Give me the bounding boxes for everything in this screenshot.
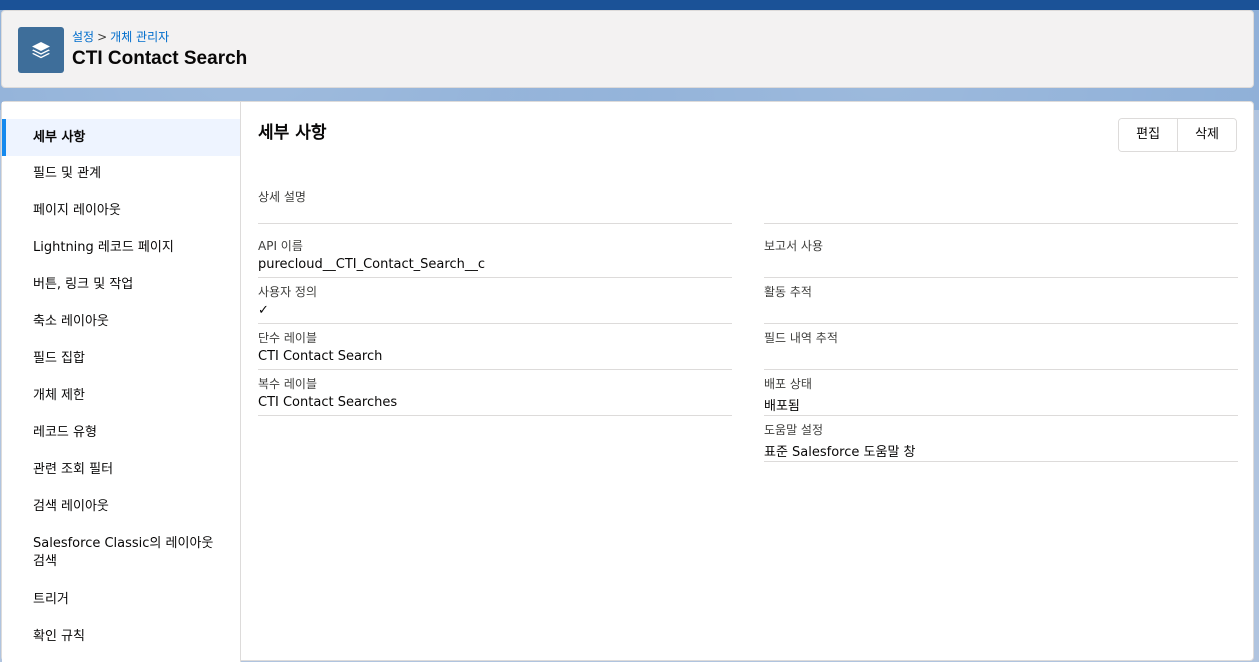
field-label: 사용자 정의 xyxy=(258,285,318,299)
breadcrumb-object-manager-link[interactable]: 개체 관리자 xyxy=(110,30,169,44)
sidebar-item-search-layouts[interactable]: 검색 레이아웃 xyxy=(2,498,240,516)
field-value: 표준 Salesforce 도움말 창 xyxy=(764,445,916,460)
sidebar-item-related-lookup-filters[interactable]: 관련 조회 필터 xyxy=(2,461,240,479)
field-plural-label: 복수 레이블 CTI Contact Searches xyxy=(258,375,732,416)
field-api-name: API 이름 purecloud__CTI_Contact_Search__c xyxy=(258,237,732,278)
top-brand-strip xyxy=(0,0,1259,10)
sidebar-item-label-line2: 검색 xyxy=(33,554,57,569)
section-title: 세부 사항 xyxy=(258,123,327,143)
delete-button[interactable]: 삭제 xyxy=(1177,119,1236,151)
field-description-spacer xyxy=(764,188,1238,224)
breadcrumb: 설정 > 개체 관리자 xyxy=(72,28,169,45)
layers-icon xyxy=(18,27,64,73)
page-header: 설정 > 개체 관리자 CTI Contact Search xyxy=(1,10,1254,88)
sidebar-item-object-limits[interactable]: 개체 제한 xyxy=(2,387,240,405)
field-value: purecloud__CTI_Contact_Search__c xyxy=(258,257,485,272)
sidebar-item-triggers[interactable]: 트리거 xyxy=(2,591,240,609)
details-content: 세부 사항 편집 삭제 상세 설명 API 이름 purecloud__CTI_… xyxy=(242,102,1253,662)
main-panel: 세부 사항 필드 및 관계 페이지 레이아웃 Lightning 레코드 페이지… xyxy=(1,101,1254,662)
field-custom: 사용자 정의 ✓ xyxy=(258,283,732,324)
field-label: 복수 레이블 xyxy=(258,377,318,391)
sidebar-item-compact-layouts[interactable]: 축소 레이아웃 xyxy=(2,313,240,331)
field-label: 단수 레이블 xyxy=(258,331,318,345)
sidebar-item-validation-rules[interactable]: 확인 규칙 xyxy=(2,628,240,646)
breadcrumb-setup-link[interactable]: 설정 xyxy=(72,30,94,44)
field-label: 상세 설명 xyxy=(258,190,306,204)
field-deployment-status: 배포 상태 배포됨 xyxy=(764,375,1238,416)
field-allow-reports: 보고서 사용 xyxy=(764,237,1238,278)
sidebar-item-fields-relationships[interactable]: 필드 및 관계 xyxy=(2,165,240,183)
sidebar-item-buttons-links-actions[interactable]: 버튼, 링크 및 작업 xyxy=(2,276,240,294)
field-label: 도움말 설정 xyxy=(764,423,824,437)
field-help-settings: 도움말 설정 표준 Salesforce 도움말 창 xyxy=(764,421,1238,462)
sidebar-item-classic-search-layouts[interactable]: Salesforce Classic의 레이아웃 검색 xyxy=(2,535,240,571)
action-button-group: 편집 삭제 xyxy=(1118,118,1237,152)
sidebar-item-lightning-record-pages[interactable]: Lightning 레코드 페이지 xyxy=(2,239,240,257)
field-value: CTI Contact Searches xyxy=(258,395,398,410)
sidebar-item-label-line1: Salesforce Classic의 레이아웃 xyxy=(33,536,214,551)
sidebar-item-page-layouts[interactable]: 페이지 레이아웃 xyxy=(2,202,240,220)
field-description: 상세 설명 xyxy=(258,188,732,224)
edit-button[interactable]: 편집 xyxy=(1119,119,1178,151)
field-label: 필드 내역 추적 xyxy=(764,331,838,345)
object-sidebar: 세부 사항 필드 및 관계 페이지 레이아웃 Lightning 레코드 페이지… xyxy=(2,102,241,662)
page-title: CTI Contact Search xyxy=(72,48,248,69)
field-value: CTI Contact Search xyxy=(258,349,383,364)
breadcrumb-separator: > xyxy=(97,30,108,44)
field-label: 활동 추적 xyxy=(764,285,812,299)
checkmark-icon: ✓ xyxy=(258,303,269,318)
field-label: 보고서 사용 xyxy=(764,239,824,253)
sidebar-item-details[interactable]: 세부 사항 xyxy=(2,119,240,156)
field-track-field-history: 필드 내역 추적 xyxy=(764,329,1238,370)
sidebar-item-record-types[interactable]: 레코드 유형 xyxy=(2,424,240,442)
field-value: 배포됨 xyxy=(764,399,800,414)
field-label: API 이름 xyxy=(258,239,303,253)
sidebar-item-field-sets[interactable]: 필드 집합 xyxy=(2,350,240,368)
field-label: 배포 상태 xyxy=(764,377,812,391)
field-singular-label: 단수 레이블 CTI Contact Search xyxy=(258,329,732,370)
field-track-activities: 활동 추적 xyxy=(764,283,1238,324)
